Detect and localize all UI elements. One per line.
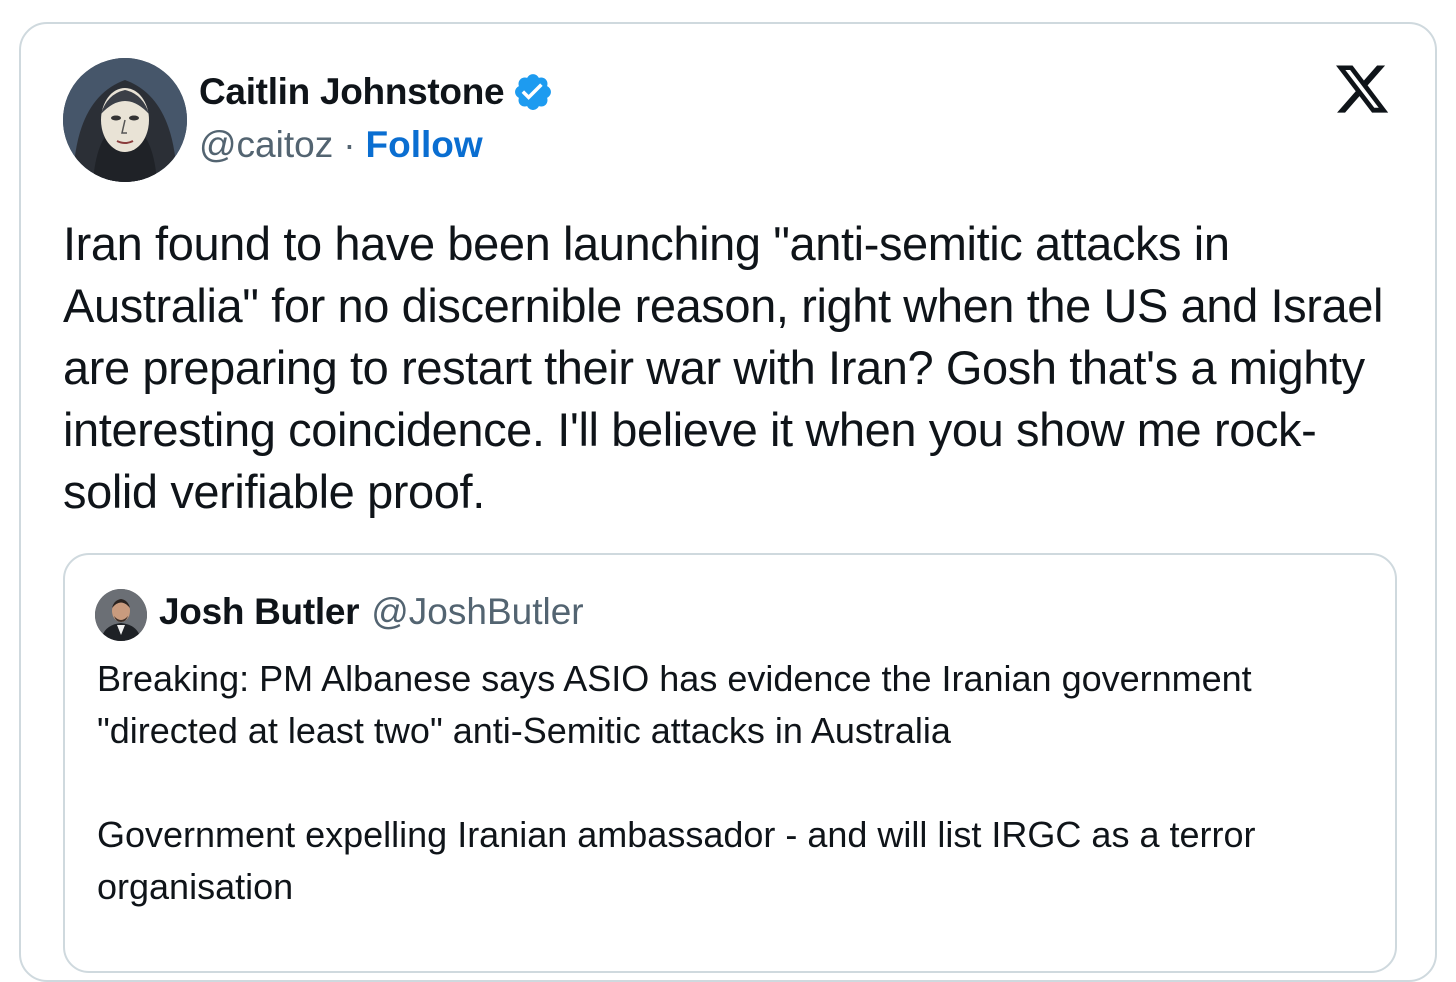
quoted-paragraph-1: Breaking: PM Albanese says ASIO has evid… xyxy=(97,658,1252,751)
author-meta: @caitoz · Follow xyxy=(199,124,483,166)
tweet-card: Caitlin Johnstone @caitoz · Follow Iran … xyxy=(19,22,1437,982)
tweet-text: Iran found to have been launching "anti-… xyxy=(63,217,1384,518)
quoted-author-name[interactable]: Josh Butler xyxy=(159,591,360,633)
author-name[interactable]: Caitlin Johnstone xyxy=(199,71,505,113)
separator-dot: · xyxy=(343,124,356,165)
quoted-tweet-text: Breaking: PM Albanese says ASIO has evid… xyxy=(97,653,1377,913)
quoted-header: Josh Butler @JoshButler xyxy=(159,591,584,633)
author-avatar[interactable] xyxy=(63,58,187,182)
quoted-paragraph-2: Government expelling Iranian ambassador … xyxy=(97,814,1256,907)
quoted-author-avatar[interactable] xyxy=(95,589,147,641)
x-logo-icon[interactable] xyxy=(1333,60,1391,118)
quoted-tweet[interactable]: Josh Butler @JoshButler Breaking: PM Alb… xyxy=(63,553,1397,973)
quoted-author-handle[interactable]: @JoshButler xyxy=(371,591,583,633)
follow-button[interactable]: Follow xyxy=(366,124,483,166)
author-name-row: Caitlin Johnstone xyxy=(199,68,554,116)
verified-badge-icon xyxy=(515,74,552,110)
author-handle[interactable]: @caitoz xyxy=(199,124,333,166)
